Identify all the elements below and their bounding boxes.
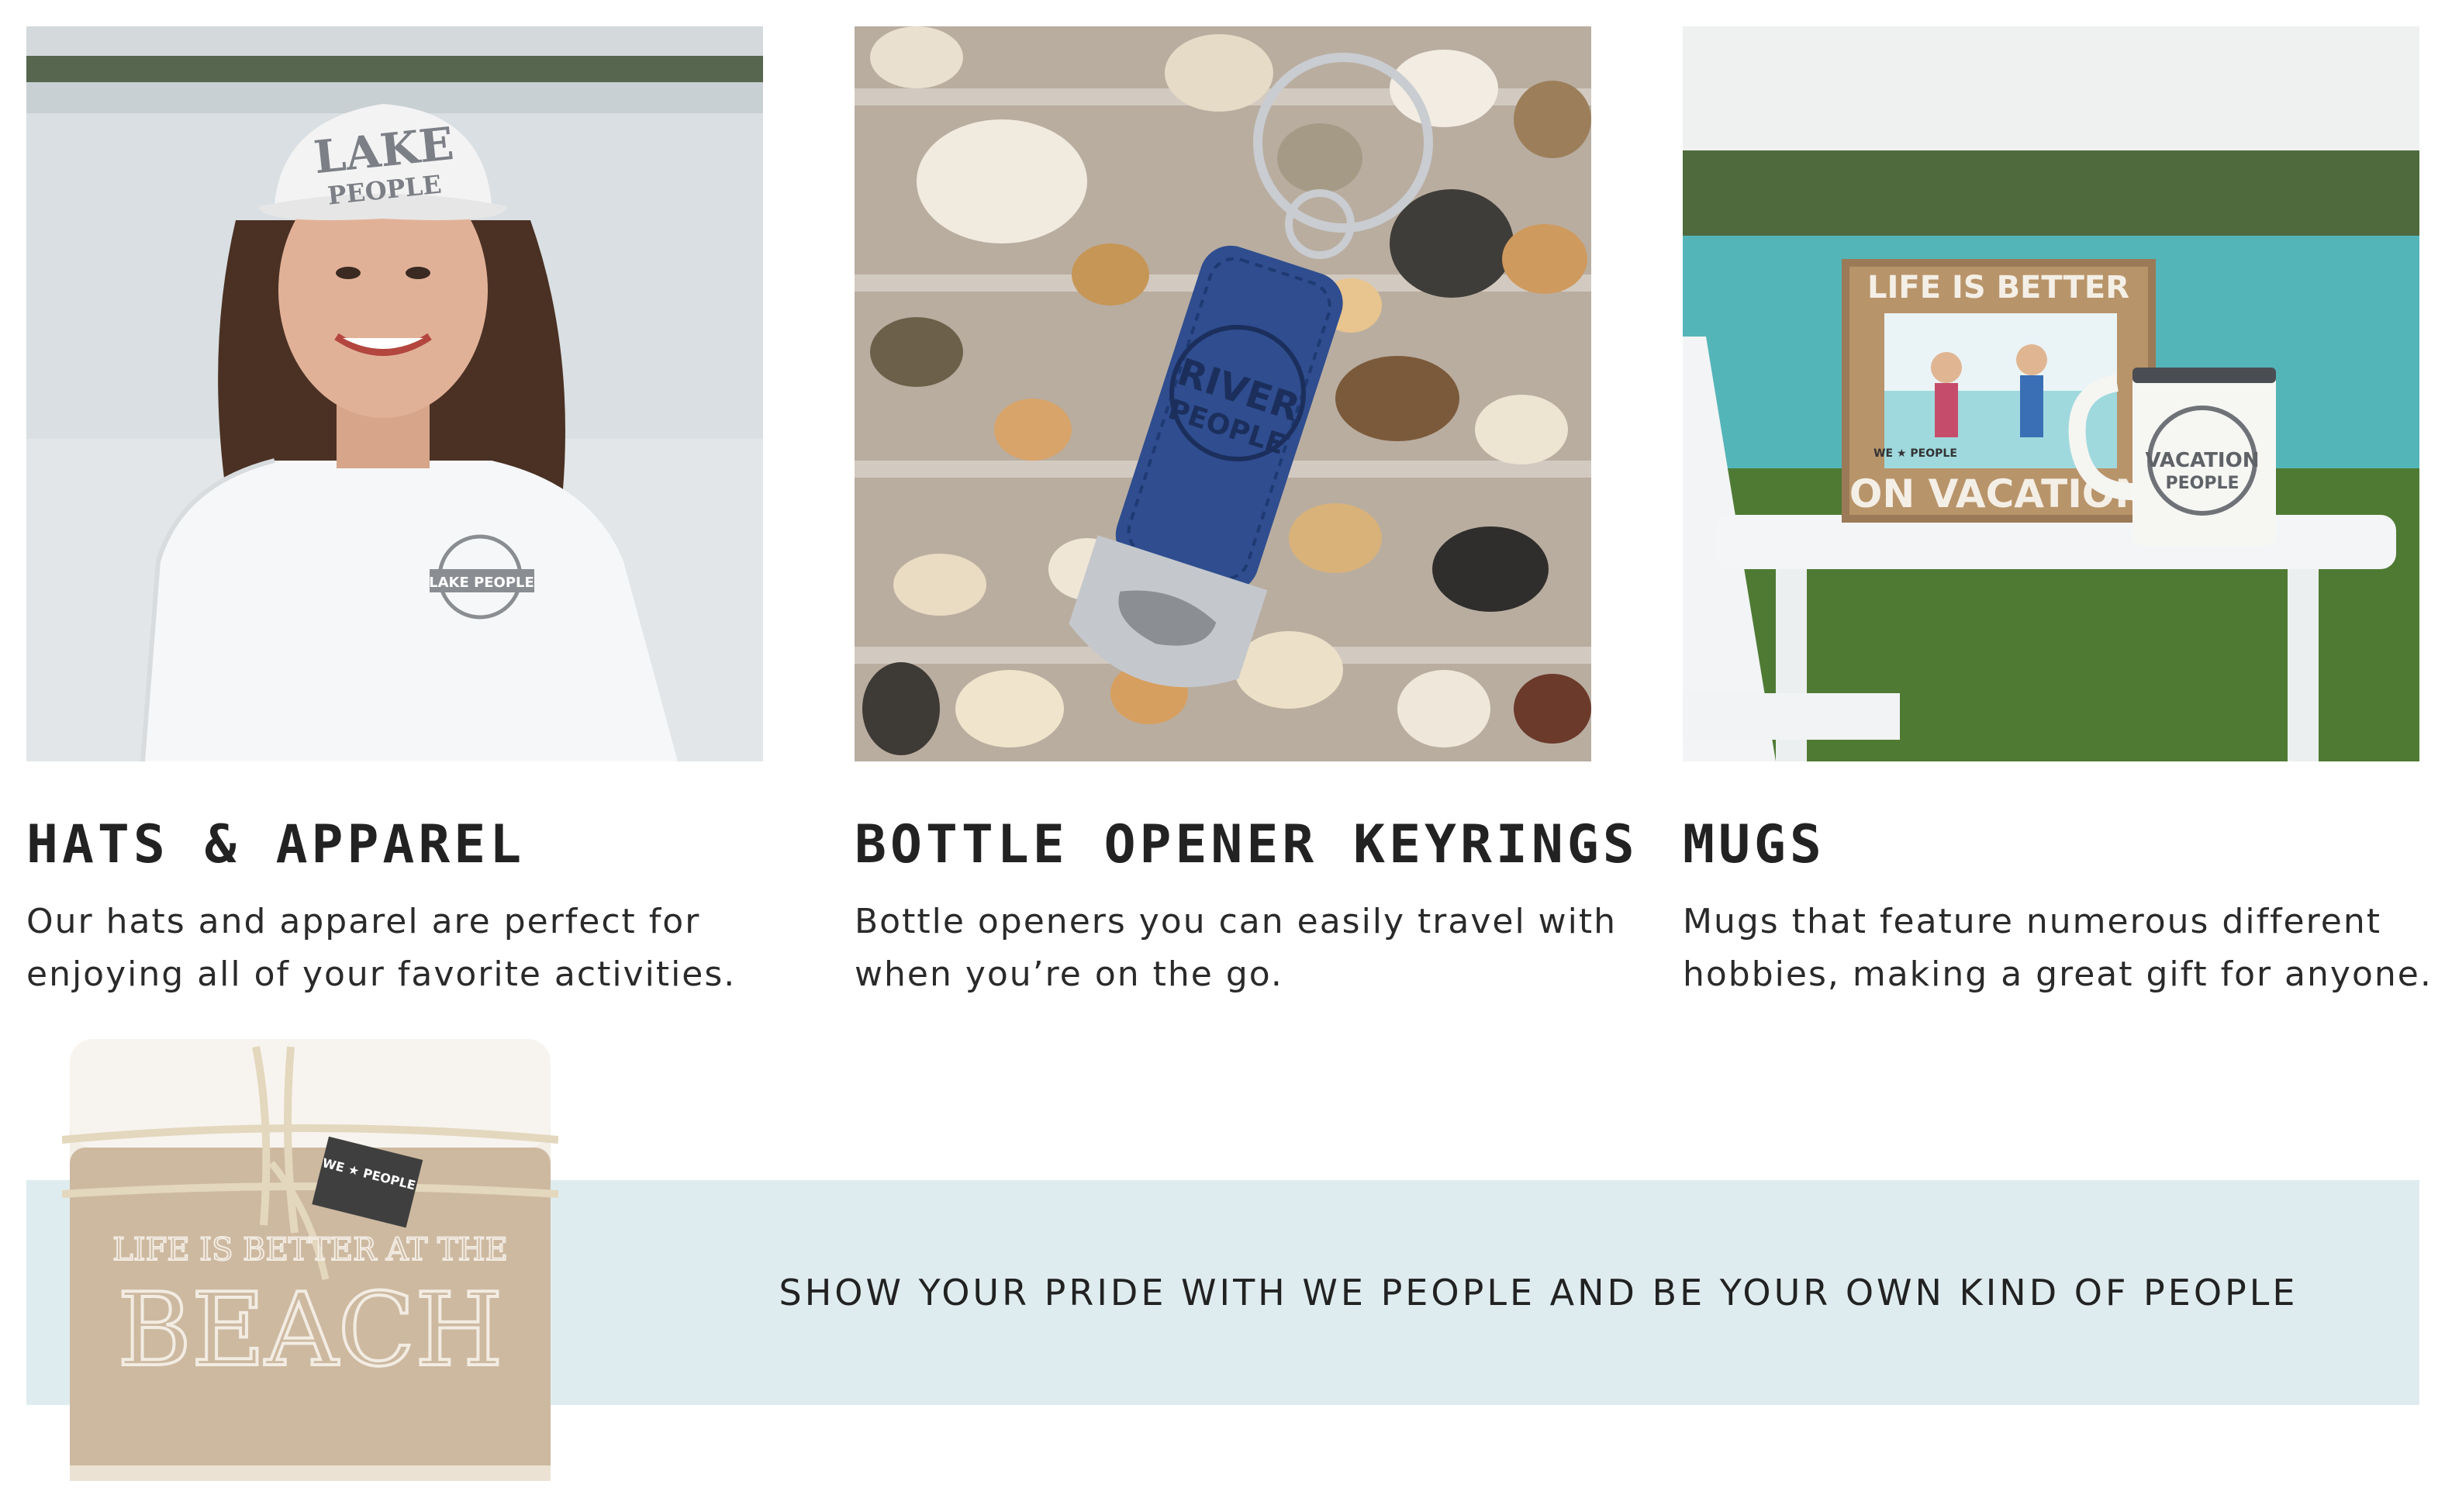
hats-apparel-title[interactable]: HATS & APPAREL: [26, 814, 525, 875]
mugs-image[interactable]: LIFE IS BETTER ON VACATION WE ★ PEOPLE V…: [1683, 26, 2419, 761]
blanket-text-line2: BEACH: [117, 1271, 502, 1389]
mugs-description: Mugs that feature numerous different hob…: [1683, 902, 2433, 994]
bottle-opener-keyrings-description: Bottle openers you can easily travel wit…: [855, 902, 1618, 994]
bottle-opener-keyrings-image[interactable]: RIVER PEOPLE: [855, 26, 1591, 761]
frame-brand-text: WE ★ PEOPLE: [1873, 447, 1957, 460]
hats-apparel-image[interactable]: LAKE PEOPLE LAKE PEOPLE: [26, 26, 763, 761]
beach-blanket-image[interactable]: WE ★ PEOPLE LIFE IS BETTER AT THE BEACH: [62, 1031, 558, 1489]
blanket-text-line1: LIFE IS BETTER AT THE: [112, 1232, 508, 1268]
mugs-title[interactable]: MUGS: [1683, 814, 1825, 875]
shirt-logo-text: LAKE PEOPLE: [429, 575, 534, 591]
frame-top-text: LIFE IS BETTER: [1867, 270, 2129, 306]
mug-text-line2: PEOPLE: [2165, 474, 2239, 493]
banner-text: SHOW YOUR PRIDE WITH WE PEOPLE AND BE YO…: [779, 1272, 2298, 1314]
hats-apparel-description: Our hats and apparel are perfect for enj…: [26, 902, 737, 994]
mug-text-line1: VACATION: [2146, 449, 2260, 472]
bottle-opener-keyrings-title[interactable]: BOTTLE OPENER KEYRINGS: [855, 814, 1639, 875]
